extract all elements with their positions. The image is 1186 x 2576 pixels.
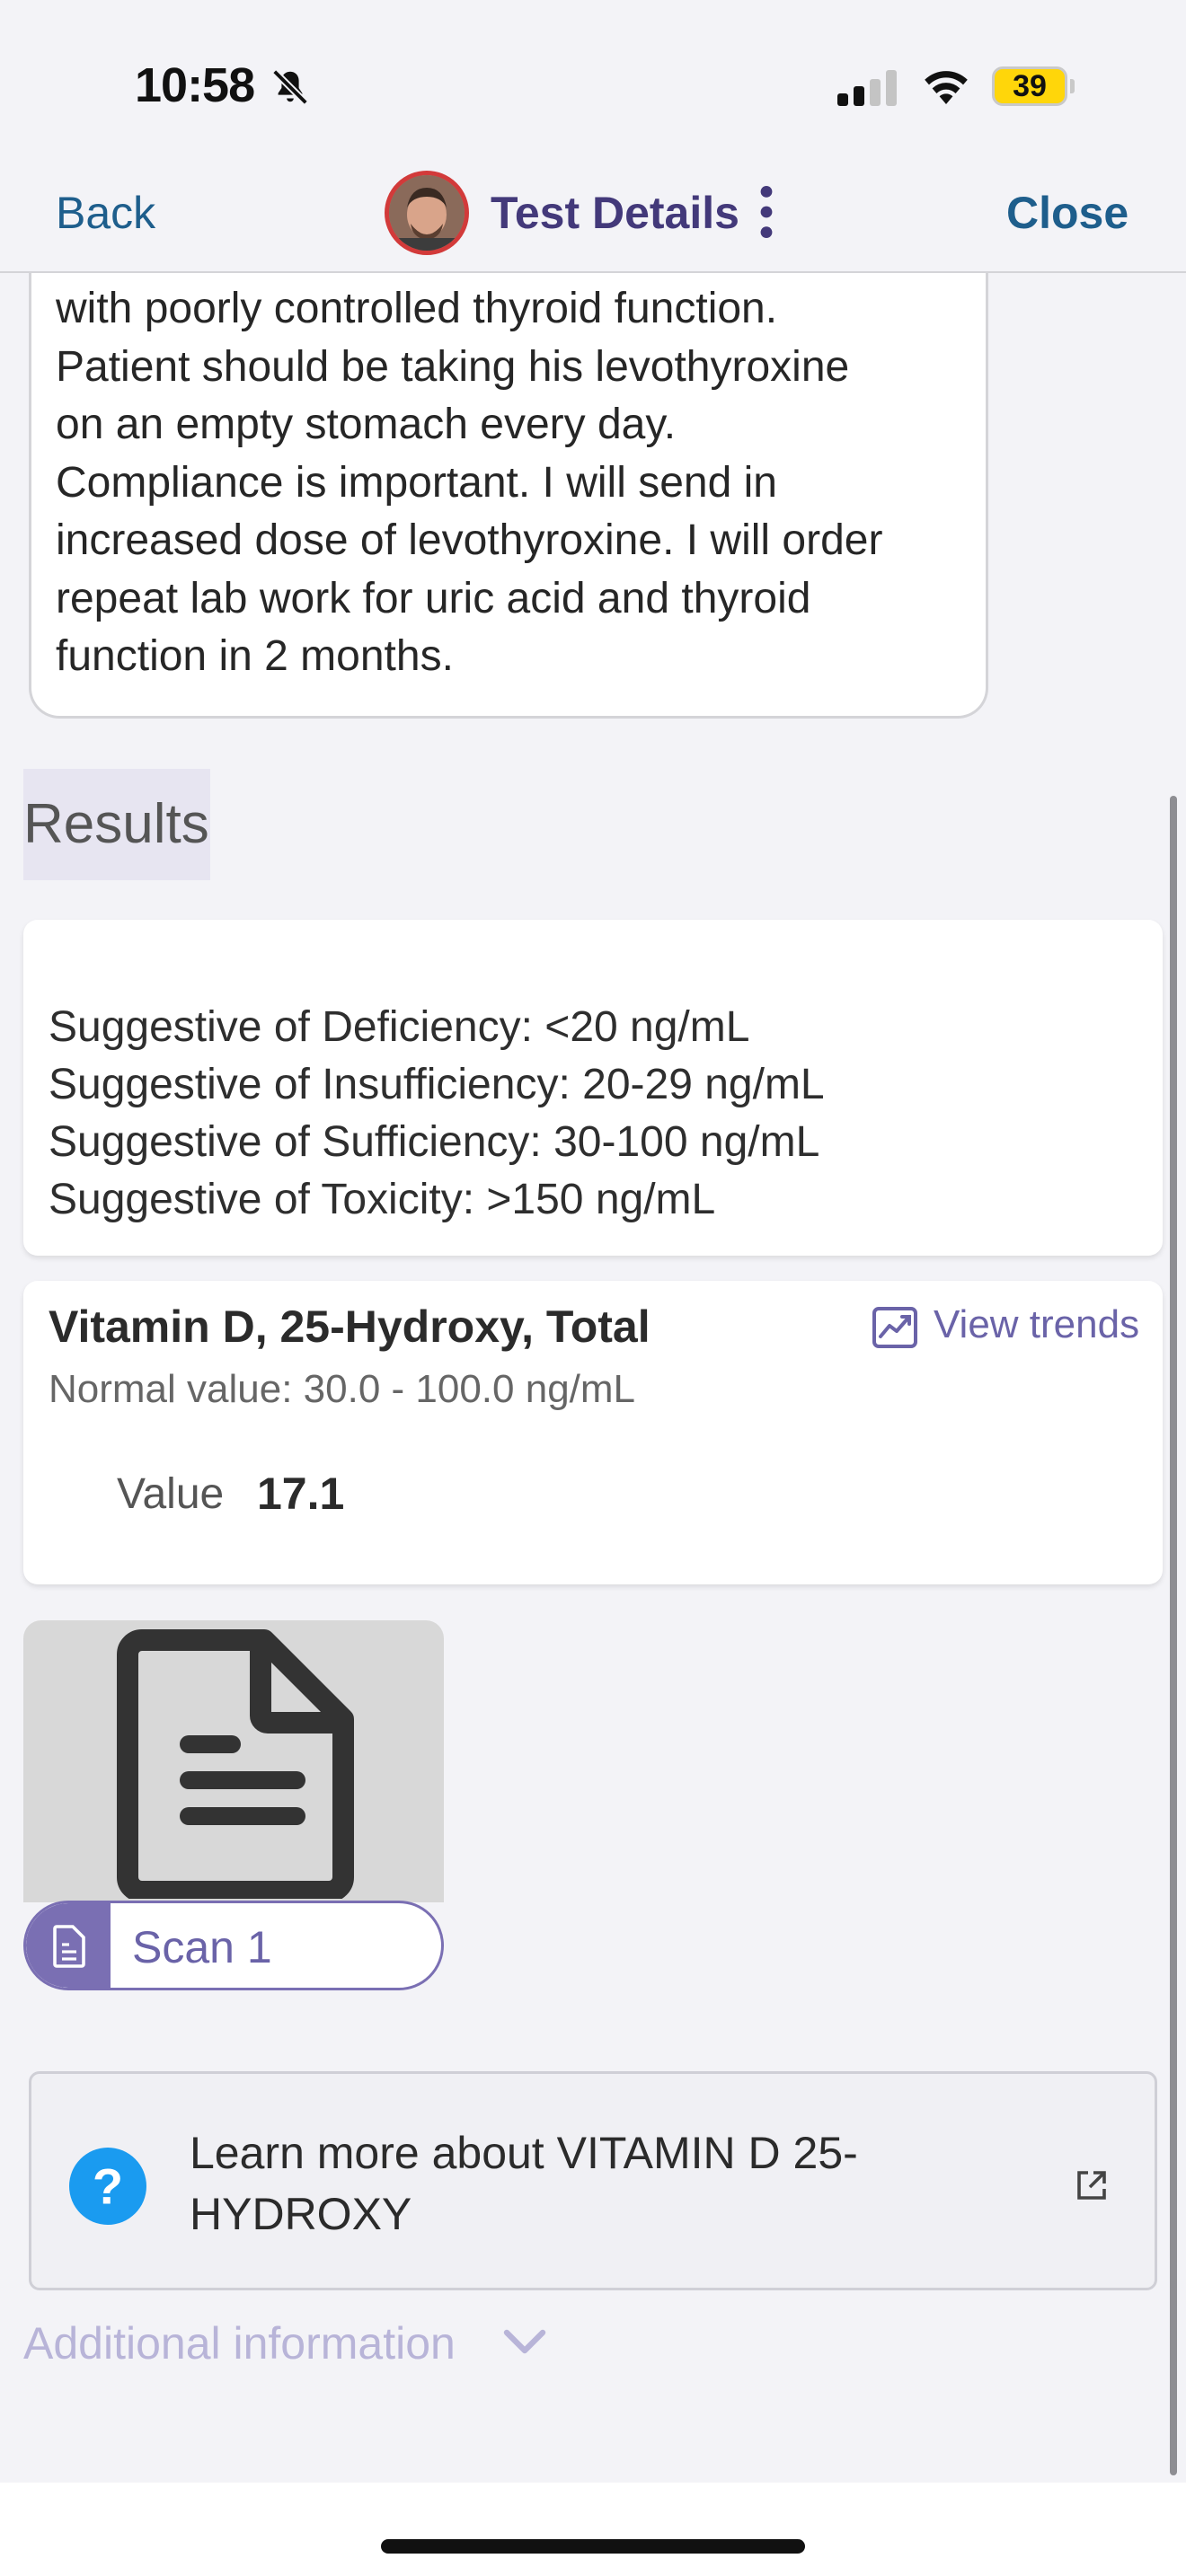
battery-icon: 39 <box>992 66 1075 106</box>
avatar[interactable] <box>385 171 469 255</box>
note-line: with poorly controlled thyroid function. <box>56 285 778 332</box>
test-result-card: Vitamin D, 25-Hydroxy, Total View trends… <box>23 1281 1163 1584</box>
reference-range-line: Suggestive of Toxicity: >150 ng/mL <box>49 1176 716 1223</box>
external-link-icon <box>1077 2171 1106 2200</box>
reference-range-line: Suggestive of Deficiency: <20 ng/mL <box>49 1003 750 1051</box>
document-icon <box>117 1629 354 1899</box>
trend-chart-icon[interactable] <box>872 1306 918 1349</box>
avatar-image <box>389 175 465 251</box>
scroll-content[interactable]: with poorly controlled thyroid function.… <box>0 273 1186 2483</box>
additional-information-toggle[interactable]: Additional information <box>23 2317 456 2369</box>
help-question-icon: ? <box>69 2148 146 2225</box>
note-line: repeat lab work for uric acid and thyroi… <box>56 574 811 622</box>
normal-value: Normal value: 30.0 - 100.0 ng/mL <box>49 1367 636 1411</box>
note-line: on an empty stomach every day. <box>56 401 677 448</box>
physician-note-text: with poorly controlled thyroid function.… <box>56 280 972 686</box>
reference-range-line: Suggestive of Sufficiency: 30-100 ng/mL <box>49 1118 820 1166</box>
test-name: Vitamin D, 25-Hydroxy, Total <box>49 1301 651 1352</box>
wifi-icon <box>925 71 968 104</box>
svg-text:?: ? <box>93 2157 123 2214</box>
view-trends-link[interactable]: View trends <box>934 1302 1139 1347</box>
status-bar: 10:58 39 <box>0 0 1186 171</box>
home-indicator[interactable] <box>381 2539 805 2554</box>
back-button[interactable]: Back <box>56 187 155 239</box>
nav-bar: Back Test Details Close <box>0 171 1186 273</box>
close-button[interactable]: Close <box>1006 187 1128 239</box>
note-line: increased dose of levothyroxine. I will … <box>56 516 883 564</box>
scan-attachment-chip[interactable]: Scan 1 <box>23 1901 444 1990</box>
learn-more-text: Learn more about VITAMIN D 25-HYDROXY <box>190 2128 858 2239</box>
scan-thumbnail[interactable] <box>23 1620 444 1902</box>
results-heading: Results <box>23 769 210 880</box>
bell-slash-icon <box>272 69 308 105</box>
status-time: 10:58 <box>135 58 255 112</box>
reference-range-line: Suggestive of Insufficiency: 20-29 ng/mL <box>49 1061 825 1108</box>
chevron-down-icon[interactable] <box>503 2328 546 2355</box>
test-details-screen: 10:58 39 with poorly controlled thyroid … <box>0 0 1186 2576</box>
page-title: Test Details <box>491 188 739 238</box>
value-label: Value <box>117 1470 225 1518</box>
note-line: Compliance is important. I will send in <box>56 458 777 507</box>
more-options-icon[interactable] <box>753 183 780 241</box>
learn-more-card[interactable]: ? Learn more about VITAMIN D 25-HYDROXY <box>29 2071 1157 2290</box>
bottom-safe-area <box>0 2483 1186 2576</box>
result-value: 17.1 <box>257 1469 345 1519</box>
battery-level: 39 <box>992 66 1067 106</box>
file-icon <box>53 1925 85 1968</box>
note-line: Patient should be taking his levothyroxi… <box>56 342 850 391</box>
cellular-signal-icon <box>837 70 897 106</box>
scan-label: Scan 1 <box>132 1922 272 1972</box>
scrollbar[interactable] <box>1170 796 1177 2475</box>
note-line: function in 2 months. <box>56 632 454 680</box>
reference-ranges-card: Suggestive of Deficiency: <20 ng/mL Sugg… <box>23 920 1163 1256</box>
scan-chip-badge <box>26 1903 111 1988</box>
